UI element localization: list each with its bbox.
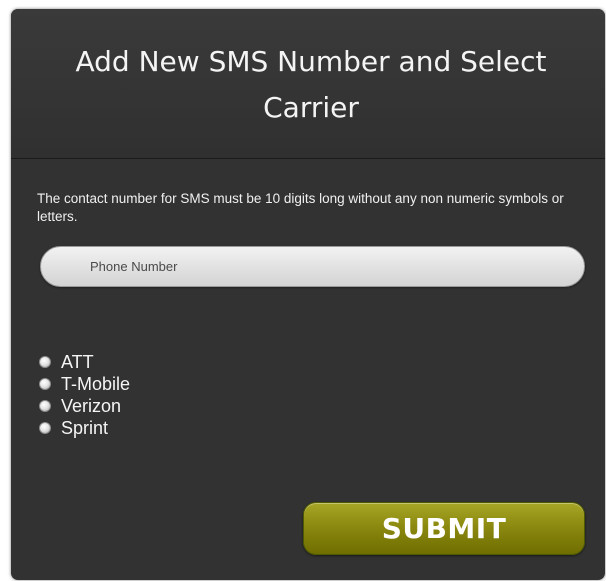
carrier-label: T-Mobile — [61, 374, 131, 394]
carrier-radio-group: ATT T-Mobile Verizon Sprint — [39, 351, 130, 439]
dialog-header: Add New SMS Number and Select Carrier — [11, 9, 605, 159]
radio-button[interactable] — [39, 356, 51, 368]
carrier-option-att[interactable]: ATT — [39, 351, 130, 373]
phone-number-input[interactable] — [40, 246, 585, 287]
carrier-label: ATT — [61, 352, 94, 372]
radio-button[interactable] — [39, 378, 51, 390]
dialog-title: Add New SMS Number and Select Carrier — [75, 45, 547, 124]
carrier-label: Sprint — [61, 418, 109, 438]
radio-button[interactable] — [39, 400, 51, 412]
submit-button[interactable]: SUBMIT — [303, 502, 585, 555]
carrier-option-verizon[interactable]: Verizon — [39, 395, 130, 417]
radio-button[interactable] — [39, 422, 51, 434]
carrier-option-sprint[interactable]: Sprint — [39, 417, 130, 439]
sms-carrier-dialog: Add New SMS Number and Select Carrier Th… — [11, 9, 605, 580]
carrier-label: Verizon — [61, 396, 122, 416]
carrier-option-t-mobile[interactable]: T-Mobile — [39, 373, 130, 395]
instructions-text: The contact number for SMS must be 10 di… — [37, 191, 564, 224]
